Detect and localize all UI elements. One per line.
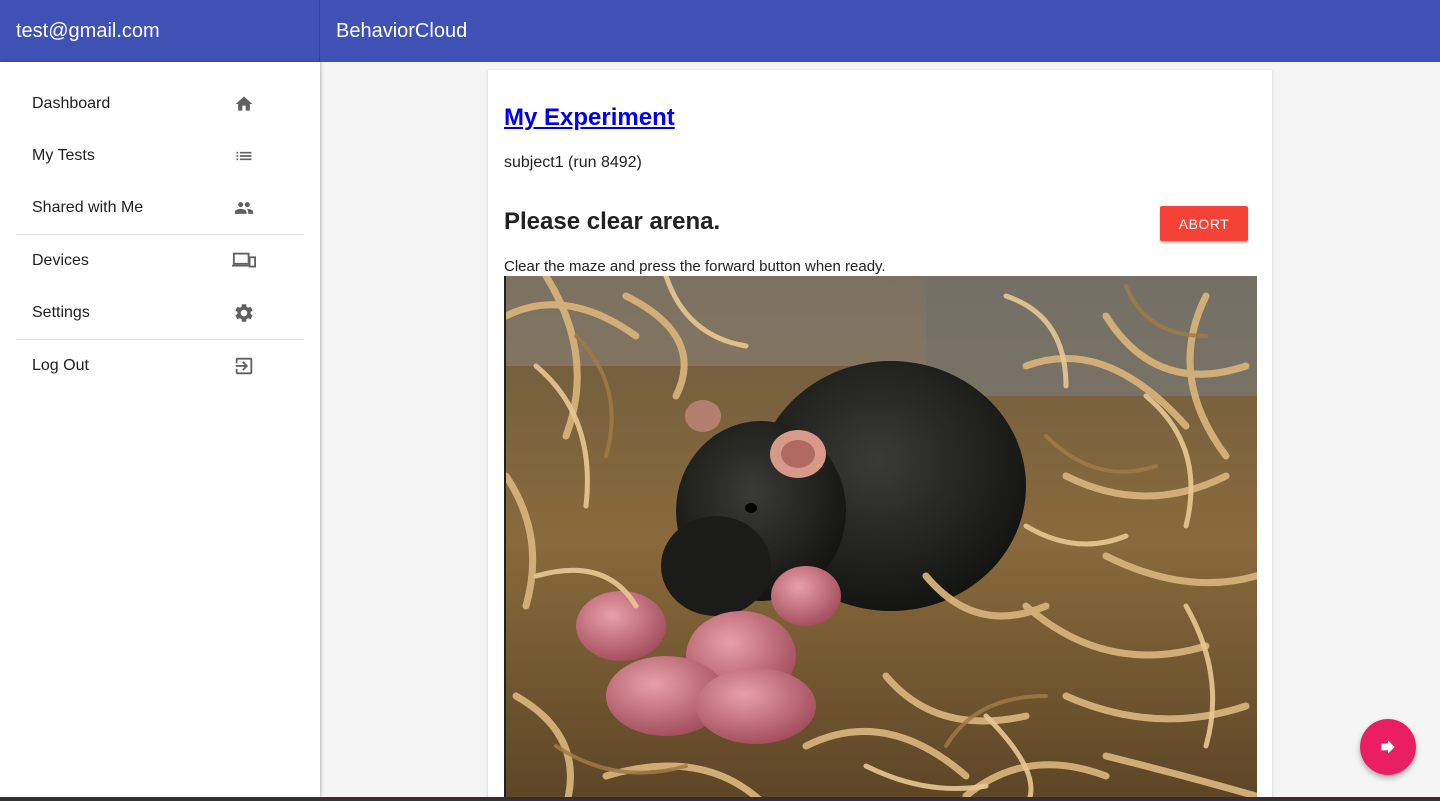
step-title: Please clear arena. <box>504 208 721 235</box>
sidebar-item-settings[interactable]: Settings <box>0 287 320 339</box>
list-icon <box>232 144 256 168</box>
experiment-card: My Experiment subject1 (run 8492) Please… <box>488 70 1272 801</box>
forward-button[interactable] <box>1360 719 1416 775</box>
sidebar-item-label: Settings <box>32 304 90 321</box>
people-icon <box>232 196 256 220</box>
sidebar-item-label: Dashboard <box>32 95 111 112</box>
sidebar-item-my-tests[interactable]: My Tests <box>0 130 320 182</box>
window-bottom-edge <box>0 797 1440 801</box>
devices-icon <box>232 249 256 273</box>
exit-icon <box>232 354 256 378</box>
sidebar-item-label: My Tests <box>32 147 95 164</box>
subject-run-text: subject1 (run 8492) <box>504 154 642 171</box>
mouse-nest-photo <box>504 276 1257 801</box>
abort-button[interactable]: ABORT <box>1160 206 1248 241</box>
forward-arrow-icon <box>1378 737 1398 757</box>
gear-icon <box>232 301 256 325</box>
home-icon <box>232 92 256 116</box>
experiment-title-link[interactable]: My Experiment <box>504 104 675 132</box>
sidebar-item-log-out[interactable]: Log Out <box>0 340 320 392</box>
app-title: BehaviorCloud <box>336 19 468 42</box>
photo-illustration <box>506 276 1257 801</box>
step-instructions: Clear the maze and press the forward but… <box>504 258 886 275</box>
sidebar-item-label: Shared with Me <box>32 199 144 216</box>
nav-group-main: Dashboard My Tests Shared with Me <box>0 62 320 234</box>
sidebar-item-dashboard[interactable]: Dashboard <box>0 78 320 130</box>
sidebar-item-devices[interactable]: Devices <box>0 235 320 287</box>
sidebar-item-shared-with-me[interactable]: Shared with Me <box>0 182 320 234</box>
sidebar: Dashboard My Tests Shared with Me Device… <box>0 62 320 797</box>
sidebar-item-label: Devices <box>32 252 89 269</box>
sidebar-item-label: Log Out <box>32 357 89 374</box>
app-root: test@gmail.com BehaviorCloud Dashboard M… <box>0 0 1440 801</box>
top-app-bar: test@gmail.com BehaviorCloud <box>0 0 1440 62</box>
user-email: test@gmail.com <box>0 0 320 62</box>
